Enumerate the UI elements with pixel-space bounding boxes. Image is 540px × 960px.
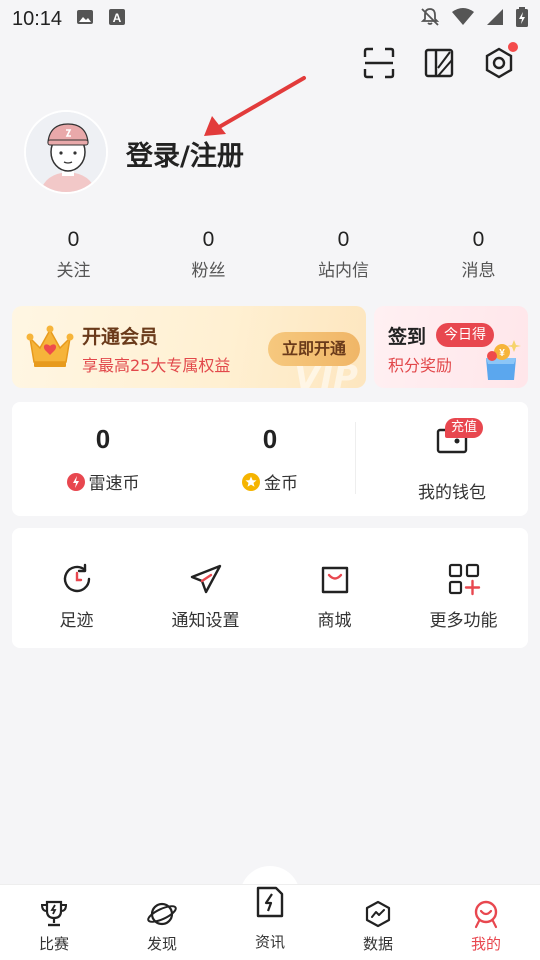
stat-value: 0 xyxy=(67,228,80,251)
stat-label: 关注 xyxy=(56,261,91,281)
tab-me[interactable]: 我的 xyxy=(432,885,540,960)
theme-icon xyxy=(424,48,454,78)
theme-button[interactable] xyxy=(422,46,456,80)
settings-button[interactable] xyxy=(482,42,518,80)
tab-news[interactable]: 资讯 xyxy=(216,885,324,960)
stat-label: 站内信 xyxy=(318,261,369,281)
stat-label: 消息 xyxy=(461,261,496,281)
vip-title: 开通会员 xyxy=(82,326,159,348)
speed-coin-label: 雷速币 xyxy=(88,474,140,494)
gold-coin-icon xyxy=(242,472,260,491)
status-time: 10:14 xyxy=(12,7,63,30)
sign-in-subtitle: 积分奖励 xyxy=(388,356,453,375)
sign-in-banner[interactable]: 签到 今日得 积分奖励 ¥ xyxy=(374,306,528,388)
mall-button[interactable]: 商城 xyxy=(270,528,399,648)
gold-coin-value: 0 xyxy=(262,424,278,454)
trophy-icon xyxy=(40,900,68,927)
more-functions-button[interactable]: 更多功能 xyxy=(399,528,528,648)
shopping-bag-icon xyxy=(321,566,348,594)
function-label: 商城 xyxy=(317,611,352,631)
history-clock-icon xyxy=(63,563,90,593)
wallet-divider xyxy=(355,422,356,494)
open-vip-button[interactable]: 立即开通 xyxy=(268,332,360,366)
tab-matches[interactable]: 比赛 xyxy=(0,885,108,960)
login-register-link[interactable]: 登录/注册 xyxy=(126,134,244,173)
tab-label: 数据 xyxy=(362,935,393,953)
svg-text:A: A xyxy=(113,11,122,25)
function-grid: 足迹 通知设置 商城 更多功能 xyxy=(12,528,528,648)
tab-label: 资讯 xyxy=(254,933,285,951)
profile-stats: 0 关注 0 粉丝 0 站内信 0 消息 xyxy=(0,228,540,281)
stat-label: 粉丝 xyxy=(191,261,226,281)
font-icon: A xyxy=(108,8,126,31)
top-action-bar xyxy=(362,42,518,80)
gift-box-icon: ¥ xyxy=(478,336,524,388)
stat-inbox[interactable]: 0 站内信 xyxy=(282,228,405,281)
image-icon xyxy=(76,8,94,31)
stat-value: 0 xyxy=(337,228,350,251)
wifi-icon xyxy=(452,7,474,31)
vip-banner[interactable]: 开通会员 享最高25大专属权益 VIP 立即开通 xyxy=(12,306,366,388)
news-document-icon xyxy=(256,886,284,918)
function-label: 足迹 xyxy=(59,611,94,631)
function-label: 更多功能 xyxy=(429,611,498,631)
notification-settings-button[interactable]: 通知设置 xyxy=(141,528,270,648)
wallet-card: 0 雷速币 0 金币 我的钱包 充值 xyxy=(12,402,528,516)
mute-bell-icon xyxy=(420,7,440,32)
grid-plus-icon xyxy=(448,563,480,596)
status-bar: 10:14 A xyxy=(0,0,540,38)
sign-in-title: 签到 xyxy=(388,326,427,348)
tab-label: 发现 xyxy=(146,935,177,953)
stat-fans[interactable]: 0 粉丝 xyxy=(147,228,270,281)
avatar[interactable] xyxy=(24,110,108,194)
data-shield-icon xyxy=(365,900,391,928)
vip-subtitle: 享最高25大专属权益 xyxy=(82,356,231,375)
profile-face-icon xyxy=(474,900,498,929)
planet-icon xyxy=(147,902,177,926)
bottom-tab-bar: 比赛 发现 资讯 数据 我的 xyxy=(0,884,540,960)
recharge-badge: 充值 xyxy=(445,418,484,438)
stat-follow[interactable]: 0 关注 xyxy=(12,228,135,281)
gold-coin-label: 金币 xyxy=(264,474,298,494)
tab-label: 我的 xyxy=(470,935,501,953)
notification-dot xyxy=(508,42,518,52)
scan-button[interactable] xyxy=(362,46,396,80)
speed-coin-balance[interactable]: 0 雷速币 xyxy=(48,424,158,494)
battery-icon xyxy=(516,6,528,32)
crown-icon xyxy=(26,324,74,374)
footprint-button[interactable]: 足迹 xyxy=(12,528,141,648)
tab-data[interactable]: 数据 xyxy=(324,885,432,960)
scan-icon xyxy=(363,47,395,79)
paper-plane-icon xyxy=(190,564,221,594)
signal-icon xyxy=(486,8,504,31)
function-label: 通知设置 xyxy=(171,611,240,631)
speed-coin-value: 0 xyxy=(95,424,111,454)
stat-value: 0 xyxy=(472,228,485,251)
tab-label: 比赛 xyxy=(38,935,69,953)
svg-text:¥: ¥ xyxy=(499,348,505,359)
my-wallet-label: 我的钱包 xyxy=(418,483,486,503)
stat-value: 0 xyxy=(202,228,215,251)
tab-discover[interactable]: 发现 xyxy=(108,885,216,960)
gold-coin-balance[interactable]: 0 金币 xyxy=(220,424,320,494)
avatar-illustration-icon xyxy=(26,112,106,192)
speed-coin-icon xyxy=(66,472,85,491)
stat-messages[interactable]: 0 消息 xyxy=(417,228,540,281)
